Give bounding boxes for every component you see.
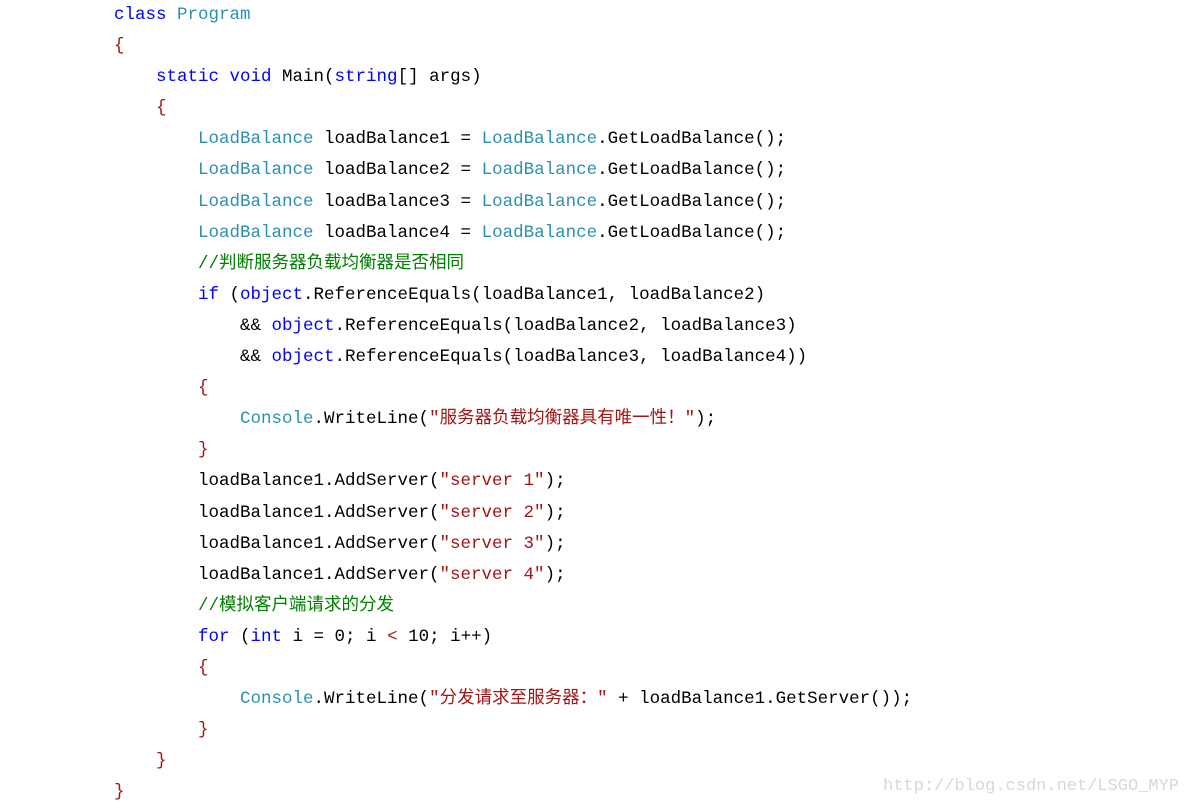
code-line: LoadBalance loadBalance1 = LoadBalance.G…: [114, 124, 912, 155]
code-token: LoadBalance: [481, 222, 598, 243]
code-token: .WriteLine(: [313, 689, 430, 710]
code-token: if: [198, 284, 220, 305]
code-line: }: [114, 715, 912, 746]
code-token: .GetLoadBalance();: [597, 191, 787, 212]
code-token: "server 2": [439, 502, 545, 523]
code-token: Console: [240, 409, 314, 430]
code-token: object: [271, 347, 335, 368]
code-line: if (object.ReferenceEquals(loadBalance1,…: [114, 280, 912, 311]
code-token: {: [198, 657, 209, 678]
code-line: loadBalance1.AddServer("server 1");: [114, 466, 912, 497]
code-token: .ReferenceEquals(loadBalance1, loadBalan…: [303, 284, 766, 305]
code-token: static void: [156, 67, 283, 88]
code-line: }: [114, 435, 912, 466]
code-line: static void Main(string[] args): [114, 62, 912, 93]
code-line: LoadBalance loadBalance2 = LoadBalance.G…: [114, 155, 912, 186]
code-token: LoadBalance: [198, 191, 314, 212]
code-token: //模拟客户端请求的分发: [198, 595, 395, 616]
code-token: LoadBalance: [481, 160, 598, 181]
code-line: LoadBalance loadBalance4 = LoadBalance.G…: [114, 218, 912, 249]
code-line: {: [114, 93, 912, 124]
code-token: (: [219, 284, 241, 305]
code-token: loadBalance2 =: [313, 160, 482, 181]
code-token: <: [387, 626, 398, 647]
code-token: int: [250, 626, 283, 647]
code-token: .GetLoadBalance();: [597, 160, 787, 181]
code-token: }: [198, 720, 209, 741]
code-token: );: [544, 502, 566, 523]
code-token: Console: [240, 689, 314, 710]
code-token: loadBalance1.AddServer(: [198, 533, 440, 554]
code-token: LoadBalance: [198, 222, 314, 243]
code-token: string: [334, 67, 398, 88]
code-token: .GetLoadBalance();: [597, 222, 787, 243]
code-token: }: [198, 440, 209, 461]
code-line: loadBalance1.AddServer("server 3");: [114, 529, 912, 560]
code-token: &&: [240, 315, 272, 336]
code-token: Program: [177, 5, 251, 25]
code-line: Console.WriteLine("分发请求至服务器：" + loadBala…: [114, 684, 912, 715]
code-token: "服务器负载均衡器具有唯一性！": [429, 409, 696, 430]
code-line: && object.ReferenceEquals(loadBalance2, …: [114, 311, 912, 342]
code-line: {: [114, 373, 912, 404]
code-block: class Program { static void Main(string[] …: [114, 0, 912, 808]
code-token: object: [271, 315, 335, 336]
code-line: //模拟客户端请求的分发: [114, 591, 912, 622]
code-line: && object.ReferenceEquals(loadBalance3, …: [114, 342, 912, 373]
code-token: .ReferenceEquals(loadBalance3, loadBalan…: [334, 347, 808, 368]
code-token: i = 0; i: [282, 626, 388, 647]
code-token: "server 4": [439, 564, 545, 585]
code-token: loadBalance3 =: [313, 191, 482, 212]
code-token: "分发请求至服务器：": [429, 689, 608, 710]
code-token: );: [544, 564, 566, 585]
code-token: (: [229, 626, 251, 647]
code-line: }: [114, 777, 912, 808]
code-token: );: [544, 533, 566, 554]
code-token: LoadBalance: [198, 160, 314, 181]
code-token: loadBalance1.AddServer(: [198, 564, 440, 585]
code-line: //判断服务器负载均衡器是否相同: [114, 249, 912, 280]
code-token: Main(: [282, 67, 335, 88]
code-line: for (int i = 0; i < 10; i++): [114, 622, 912, 653]
code-token: {: [156, 98, 167, 119]
code-token: [] args): [397, 67, 482, 88]
code-line: }: [114, 746, 912, 777]
code-token: .ReferenceEquals(loadBalance2, loadBalan…: [334, 315, 797, 336]
code-token: LoadBalance: [481, 191, 598, 212]
watermark: http://blog.csdn.net/LSGO_MYP: [883, 777, 1179, 796]
code-token: object: [240, 284, 304, 305]
code-token: "server 3": [439, 533, 545, 554]
code-token: );: [544, 471, 566, 492]
code-token: //判断服务器负载均衡器是否相同: [198, 253, 465, 274]
code-line: class Program: [114, 0, 912, 31]
code-token: loadBalance1.AddServer(: [198, 502, 440, 523]
code-token: for: [198, 626, 230, 647]
code-token: );: [695, 409, 717, 430]
code-token: loadBalance1 =: [313, 129, 482, 150]
code-token: loadBalance1.AddServer(: [198, 471, 440, 492]
code-token: &&: [240, 347, 272, 368]
code-line: loadBalance1.AddServer("server 2");: [114, 498, 912, 529]
code-token: "server 1": [439, 471, 545, 492]
code-line: {: [114, 31, 912, 62]
code-token: .GetLoadBalance();: [597, 129, 787, 150]
code-token: }: [114, 782, 125, 803]
code-token: loadBalance4 =: [313, 222, 482, 243]
code-token: + loadBalance1.GetServer());: [607, 689, 913, 710]
code-line: {: [114, 653, 912, 684]
code-token: 10; i++): [397, 626, 493, 647]
code-line: LoadBalance loadBalance3 = LoadBalance.G…: [114, 187, 912, 218]
code-token: {: [198, 378, 209, 399]
code-token: class: [114, 5, 178, 25]
code-token: .WriteLine(: [313, 409, 430, 430]
code-token: }: [156, 751, 167, 772]
code-token: LoadBalance: [198, 129, 314, 150]
code-line: Console.WriteLine("服务器负载均衡器具有唯一性！");: [114, 404, 912, 435]
code-token: LoadBalance: [481, 129, 598, 150]
code-token: {: [114, 36, 125, 57]
code-line: loadBalance1.AddServer("server 4");: [114, 560, 912, 591]
